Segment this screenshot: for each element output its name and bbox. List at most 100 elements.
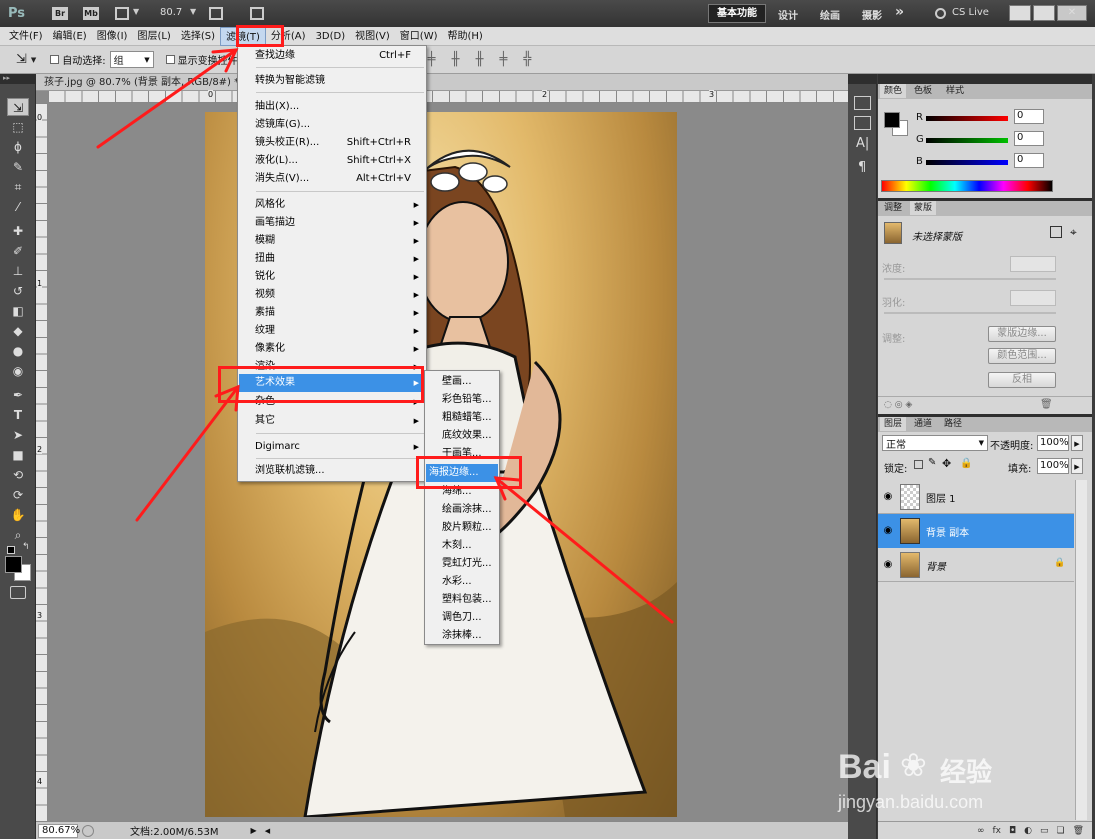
- filter-item-gallery[interactable]: 滤镜库(G)...: [239, 116, 425, 134]
- blur-tool-icon[interactable]: ●: [7, 342, 29, 360]
- spectrum-ramp[interactable]: [881, 180, 1053, 192]
- artistic-item[interactable]: 涂抹棒...: [426, 627, 498, 645]
- mask-edge-button[interactable]: 蒙版边缘...: [988, 326, 1056, 342]
- ws-basic-button[interactable]: 基本功能: [708, 4, 766, 23]
- delete-layer-icon[interactable]: 🗑: [1073, 826, 1084, 836]
- menu-file[interactable]: 文件(F): [4, 27, 48, 46]
- align-buttons[interactable]: ╪ ╫ ╫ ╪: [428, 52, 514, 67]
- menu-help[interactable]: 帮助(H): [443, 27, 488, 46]
- filter-item-liquify[interactable]: 液化(L)... Shift+Ctrl+X: [239, 152, 425, 170]
- artistic-item[interactable]: 胶片颗粒...: [426, 519, 498, 537]
- visibility-eye-icon[interactable]: ◉: [881, 490, 895, 504]
- filter-sub-video[interactable]: 视频 ▶: [239, 286, 425, 304]
- new-layer-icon[interactable]: ❏: [1056, 826, 1064, 836]
- document-tab[interactable]: 孩子.jpg @ 80.7% (背景 副本, RGB/8#) *: [36, 74, 848, 91]
- tab-paths[interactable]: 路径: [940, 417, 966, 431]
- artistic-item[interactable]: 水彩...: [426, 573, 498, 591]
- crop-tool-icon[interactable]: ⌗: [7, 178, 29, 196]
- ws-photo-button[interactable]: 摄影: [862, 7, 882, 22]
- dodge-tool-icon[interactable]: ◉: [7, 362, 29, 380]
- status-menu-arrow[interactable]: ▶: [251, 826, 257, 835]
- auto-align-icon[interactable]: ╬: [523, 52, 531, 67]
- fill-field[interactable]: 100%: [1037, 458, 1069, 474]
- menu-image[interactable]: 图像(I): [92, 27, 133, 46]
- restore-button[interactable]: ❐: [1033, 5, 1055, 21]
- eyedropper-tool-icon[interactable]: ⁄: [7, 198, 29, 216]
- auto-select-checkbox[interactable]: [50, 55, 60, 64]
- healing-tool-icon[interactable]: ✚: [7, 222, 29, 240]
- visibility-eye-icon[interactable]: ◉: [881, 558, 895, 572]
- tab-channels[interactable]: 通道: [910, 417, 936, 431]
- lock-pixels-icon[interactable]: ✎: [928, 457, 936, 468]
- fill-arrow[interactable]: ▶: [1071, 458, 1083, 474]
- filter-sub-pixelate[interactable]: 像素化 ▶: [239, 340, 425, 358]
- layer-row[interactable]: ◉ 背景 🔒: [878, 548, 1074, 582]
- filter-sub-distort[interactable]: 扭曲 ▶: [239, 250, 425, 268]
- filter-sub-sketch[interactable]: 素描 ▶: [239, 304, 425, 322]
- artistic-item[interactable]: 绘画涂抹...: [426, 501, 498, 519]
- opacity-field[interactable]: 100%: [1037, 435, 1069, 451]
- more-workspaces-button[interactable]: »: [895, 4, 904, 20]
- artistic-item[interactable]: 霓虹灯光...: [426, 555, 498, 573]
- filter-item-lens-correction[interactable]: 镜头校正(R)... Shift+Ctrl+R: [239, 134, 425, 152]
- fg-color-swatch[interactable]: [884, 112, 900, 128]
- bridge-button[interactable]: Br: [52, 7, 68, 20]
- add-pixel-mask-icon[interactable]: [1050, 226, 1062, 238]
- history-panel-icon[interactable]: [854, 96, 871, 110]
- eraser-tool-icon[interactable]: ◧: [7, 302, 29, 320]
- add-vector-mask-icon[interactable]: ⌖: [1070, 225, 1077, 240]
- artistic-item[interactable]: 粗糙蜡笔...: [426, 409, 498, 427]
- history-brush-tool-icon[interactable]: ↺: [7, 282, 29, 300]
- menu-window[interactable]: 窗口(W): [395, 27, 443, 46]
- 3d-rotate-tool-icon[interactable]: ⟲: [7, 466, 29, 484]
- artistic-item[interactable]: 壁画...: [426, 373, 498, 391]
- filter-item-extract[interactable]: 抽出(X)...: [239, 98, 425, 116]
- chevron-down-icon[interactable]: ▼: [31, 56, 36, 64]
- show-transform-checkbox[interactable]: [165, 55, 175, 64]
- g-value[interactable]: 0: [1014, 131, 1044, 146]
- view-extras-icon[interactable]: [115, 7, 129, 20]
- stamp-tool-icon[interactable]: ⊥: [7, 262, 29, 280]
- filter-sub-stylize[interactable]: 风格化 ▶: [239, 196, 425, 214]
- menu-3d[interactable]: 3D(D): [311, 27, 351, 46]
- tab-color[interactable]: 颜色: [880, 84, 907, 98]
- tab-layers[interactable]: 图层: [880, 417, 907, 431]
- auto-select-dropdown[interactable]: 组 ▼: [109, 51, 154, 68]
- density-slider[interactable]: [884, 278, 1056, 280]
- tab-styles[interactable]: 样式: [942, 84, 968, 98]
- filter-item-browse-online[interactable]: 浏览联机滤镜...: [239, 462, 425, 480]
- layer-row[interactable]: ◉ 图层 1: [878, 480, 1074, 514]
- type-tool-icon[interactable]: T: [7, 406, 29, 424]
- menu-edit[interactable]: 编辑(E): [48, 27, 92, 46]
- filter-item-smart-filter[interactable]: 转换为智能滤镜: [239, 72, 425, 90]
- chevron-down-icon[interactable]: ▼: [133, 7, 139, 16]
- ws-paint-button[interactable]: 绘画: [820, 7, 840, 22]
- hand-tool-icon[interactable]: ✋: [7, 506, 29, 524]
- artistic-item[interactable]: 底纹效果...: [426, 427, 498, 445]
- feather-slider[interactable]: [884, 312, 1056, 314]
- shape-tool-icon[interactable]: ■: [7, 446, 29, 464]
- path-select-tool-icon[interactable]: ➤: [7, 426, 29, 444]
- blend-mode-dropdown[interactable]: 正常 ▼: [882, 435, 988, 451]
- filter-sub-texture[interactable]: 纹理 ▶: [239, 322, 425, 340]
- lasso-tool-icon[interactable]: ϕ: [7, 138, 29, 156]
- artistic-item[interactable]: 塑料包装...: [426, 591, 498, 609]
- bucket-tool-icon[interactable]: ◆: [7, 322, 29, 340]
- chevron-down-icon[interactable]: ▼: [190, 7, 196, 16]
- feather-field[interactable]: [1010, 290, 1056, 306]
- new-group-icon[interactable]: ▭: [1040, 826, 1049, 836]
- g-slider[interactable]: [926, 138, 1008, 143]
- move-tool-preset-icon[interactable]: ⇲: [16, 52, 27, 67]
- quick-mask-icon[interactable]: [10, 586, 26, 599]
- b-value[interactable]: 0: [1014, 153, 1044, 168]
- cslive-button[interactable]: CS Live: [952, 7, 989, 18]
- filter-item-find-edges[interactable]: 查找边缘 Ctrl+F: [239, 47, 425, 65]
- default-colors-icon[interactable]: [7, 546, 15, 554]
- invert-button[interactable]: 反相: [988, 372, 1056, 388]
- lock-position-icon[interactable]: ✥: [942, 457, 951, 470]
- scroll-left-arrow[interactable]: ◀: [265, 827, 270, 835]
- filter-sub-other[interactable]: 其它 ▶: [239, 412, 425, 430]
- character-panel-icon[interactable]: A|: [856, 136, 869, 151]
- foreground-color-swatch[interactable]: [5, 556, 22, 573]
- arrange-documents-icon[interactable]: [209, 7, 223, 20]
